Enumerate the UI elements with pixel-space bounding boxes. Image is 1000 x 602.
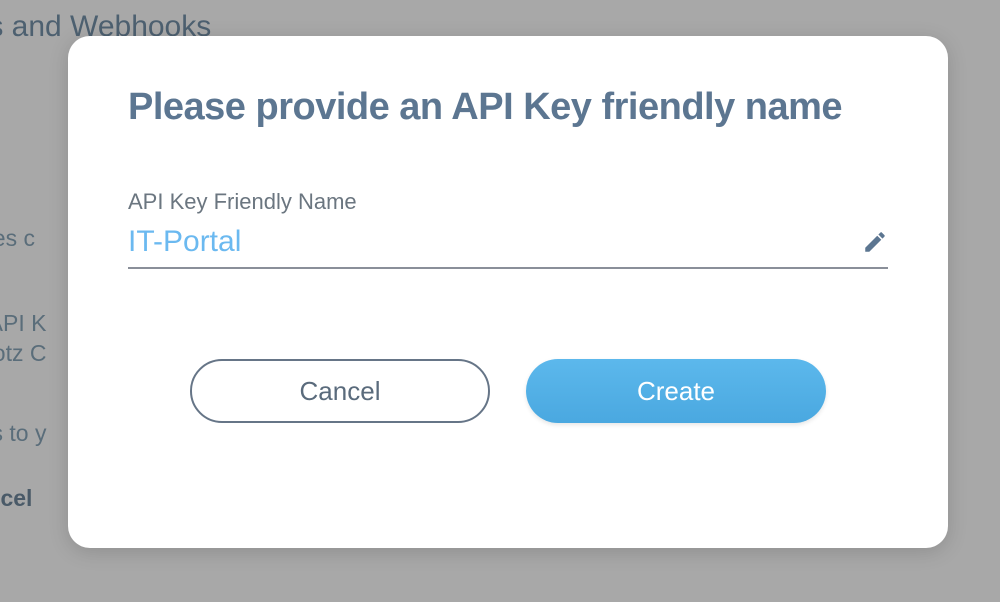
- background-text: ss to y: [0, 420, 46, 447]
- edit-icon[interactable]: [862, 229, 888, 255]
- cancel-button[interactable]: Cancel: [190, 359, 490, 423]
- background-text: 1-cel: [0, 485, 32, 512]
- button-row: Cancel Create: [128, 359, 888, 423]
- friendly-name-input[interactable]: [128, 225, 862, 259]
- create-button[interactable]: Create: [526, 359, 826, 423]
- input-row: [128, 225, 888, 269]
- modal-title: Please provide an API Key friendly name: [128, 86, 888, 129]
- api-key-name-modal: Please provide an API Key friendly name …: [68, 36, 948, 548]
- friendly-name-label: API Key Friendly Name: [128, 189, 888, 215]
- background-text: (API K: [0, 310, 46, 337]
- background-text: des c: [0, 225, 35, 252]
- background-text: notz C: [0, 340, 46, 367]
- field-group: API Key Friendly Name: [128, 189, 888, 269]
